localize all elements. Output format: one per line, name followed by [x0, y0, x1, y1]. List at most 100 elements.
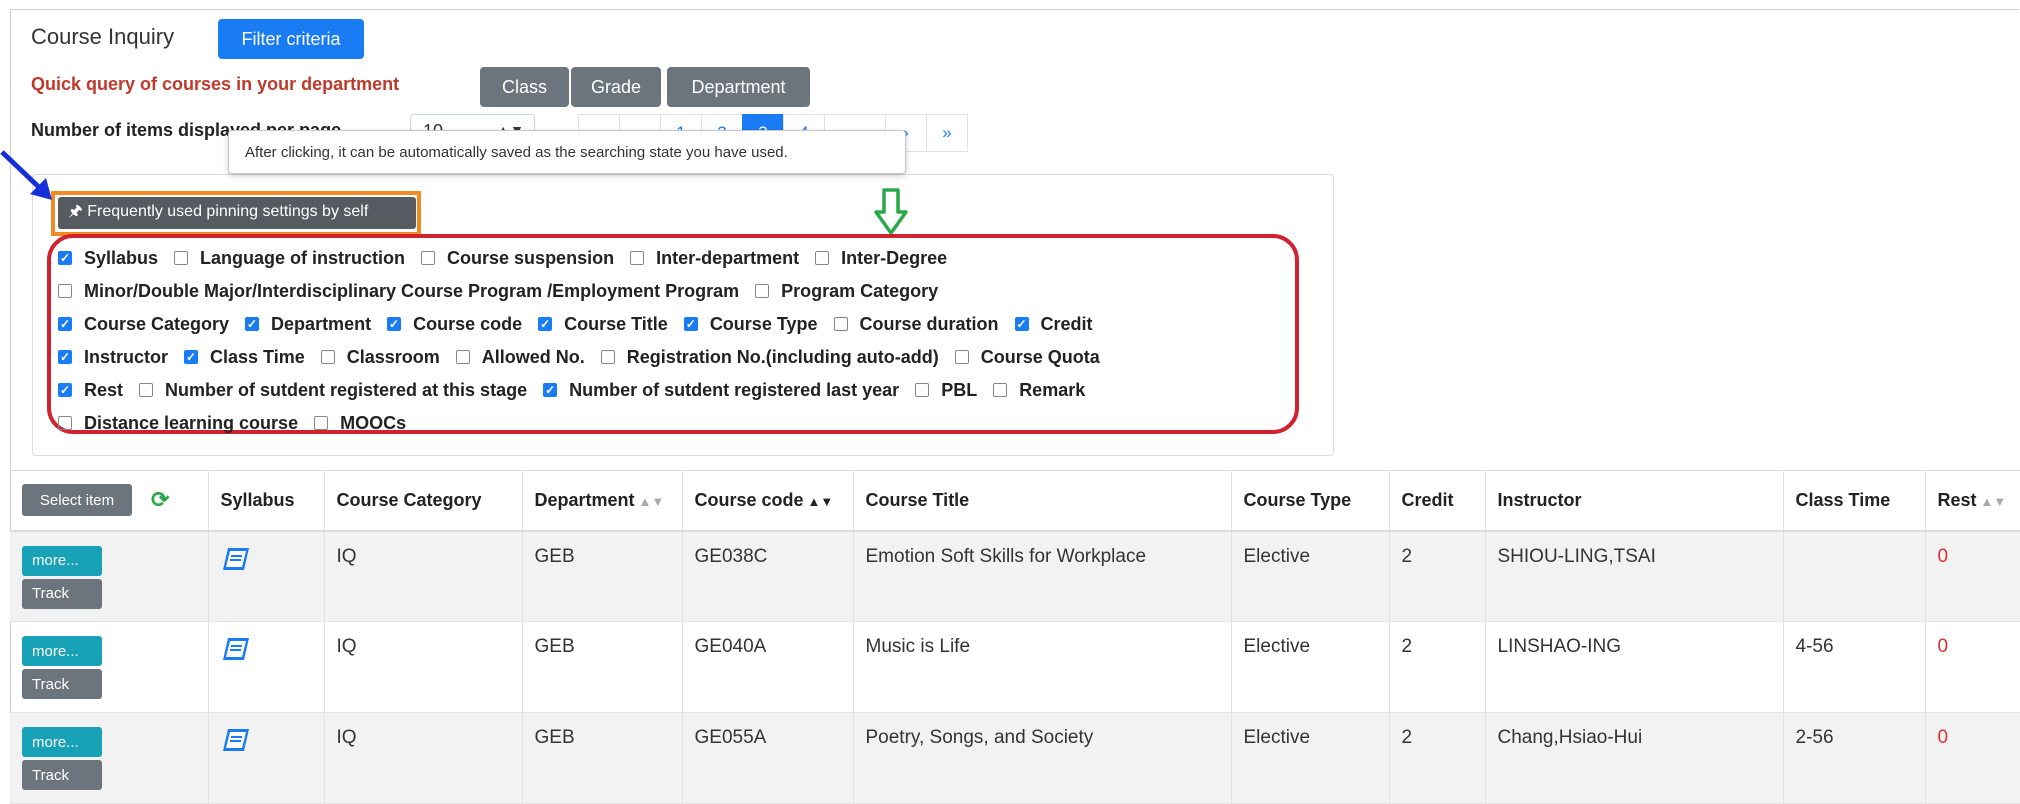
checkbox[interactable]	[630, 251, 645, 265]
quick-grade-button[interactable]: Grade	[571, 67, 661, 107]
quick-department-button[interactable]: Department	[667, 67, 810, 107]
checkbox[interactable]	[174, 251, 189, 265]
track-button[interactable]: Track	[22, 760, 102, 790]
checkbox[interactable]: ✓	[58, 317, 72, 331]
column-option-row: Distance learning course MOOCs	[58, 410, 422, 436]
column-option[interactable]: MOOCs	[314, 413, 406, 434]
more-button[interactable]: more...	[22, 545, 102, 576]
cell-actions: more... Track	[10, 621, 209, 713]
checkbox[interactable]: ✓	[58, 251, 72, 265]
column-option[interactable]: ✓ Course code	[387, 314, 522, 335]
cell-class-time	[1783, 530, 1926, 622]
column-option[interactable]: Program Category	[755, 281, 938, 302]
checkbox[interactable]	[600, 350, 615, 364]
cell-class-time: 4-56	[1783, 621, 1926, 713]
syllabus-book-icon[interactable]	[221, 636, 251, 662]
checkbox[interactable]	[455, 350, 470, 364]
checkbox[interactable]: ✓	[387, 317, 402, 331]
column-option[interactable]: Course duration	[833, 314, 999, 335]
column-option[interactable]: PBL	[915, 380, 977, 401]
column-option[interactable]: ✓ Department	[245, 314, 371, 335]
page-last-button[interactable]: »	[926, 114, 968, 152]
page-title: Course Inquiry	[31, 24, 175, 49]
header-class-time: Class Time	[1783, 470, 1926, 532]
checkbox[interactable]: ✓	[543, 383, 558, 397]
more-button[interactable]: more...	[22, 727, 102, 757]
track-button[interactable]: Track	[22, 669, 102, 699]
column-option[interactable]: Minor/Double Major/Interdisciplinary Cou…	[58, 281, 739, 302]
checkbox[interactable]	[58, 416, 72, 430]
checkbox[interactable]: ✓	[538, 317, 553, 331]
cell-course-code: GE055A	[682, 712, 854, 804]
table-row: more... Track IQ GEB GE040A Music is Life Elec…	[10, 621, 2020, 713]
column-option[interactable]: Number of sutdent registered at this sta…	[139, 380, 527, 401]
checkbox[interactable]	[139, 383, 154, 397]
checkbox-label: Course Quota	[980, 346, 1100, 367]
track-button[interactable]: Track	[22, 578, 102, 609]
column-option[interactable]: Inter-department	[630, 248, 799, 269]
checkbox[interactable]	[815, 251, 830, 265]
checkbox[interactable]	[320, 350, 335, 364]
syllabus-book-icon[interactable]	[221, 727, 251, 753]
sort-icon[interactable]: ▲▼	[639, 494, 665, 509]
checkbox[interactable]	[421, 251, 436, 265]
checkbox[interactable]	[915, 383, 930, 397]
column-option[interactable]: ✓ Rest	[58, 380, 123, 401]
sort-icon[interactable]: ▲▼	[808, 494, 834, 509]
header-department[interactable]: Department ▲▼	[522, 470, 683, 532]
column-option[interactable]: ✓ Class Time	[184, 347, 305, 368]
column-option[interactable]: Allowed No.	[455, 346, 585, 368]
checkbox[interactable]: ✓	[683, 317, 698, 331]
checkbox[interactable]	[833, 317, 848, 331]
checkbox[interactable]: ✓	[58, 383, 72, 397]
header-syllabus: Syllabus	[208, 470, 325, 532]
column-option[interactable]: Inter-Degree	[815, 248, 947, 269]
checkbox[interactable]	[993, 383, 1008, 397]
column-option[interactable]: ✓ Course Title	[538, 314, 668, 335]
column-option[interactable]: ✓ Instructor	[58, 347, 168, 368]
column-option-row: Minor/Double Major/Interdisciplinary Cou…	[58, 278, 954, 304]
header-course-type: Course Type	[1231, 470, 1390, 532]
syllabus-book-icon[interactable]	[221, 546, 251, 572]
sort-icon[interactable]: ▲▼	[1981, 494, 2007, 509]
select-item-button[interactable]: Select item	[22, 484, 132, 517]
column-option[interactable]: Remark	[993, 380, 1085, 401]
cell-course-title: Music is Life	[853, 621, 1232, 713]
column-option[interactable]: Registration No.(including auto-add)	[600, 347, 939, 368]
more-button[interactable]: more...	[22, 636, 102, 666]
column-option[interactable]: ✓ Number of sutdent registered last year	[543, 380, 899, 401]
column-option[interactable]: ✓ Syllabus	[58, 248, 158, 269]
column-option[interactable]: Distance learning course	[58, 413, 298, 434]
quick-class-button[interactable]: Class	[480, 67, 569, 107]
checkbox-label: Allowed No.	[481, 346, 585, 367]
checkbox-label: Class Time	[210, 346, 305, 367]
checkbox[interactable]	[954, 350, 969, 364]
checkbox[interactable]: ✓	[184, 350, 199, 364]
column-option[interactable]: Language of instruction	[174, 248, 405, 269]
cell-course-type: Elective	[1231, 530, 1390, 622]
column-option[interactable]: Classroom	[320, 347, 440, 368]
checkbox[interactable]	[58, 284, 72, 298]
column-option-row: ✓ Course Category ✓ Department ✓ Course code ✓…	[58, 311, 1109, 337]
cell-syllabus	[208, 530, 325, 622]
cell-course-category: IQ	[324, 530, 523, 622]
checkbox[interactable]: ✓	[58, 350, 72, 364]
column-option[interactable]: ✓ Course Type	[683, 314, 818, 335]
column-option[interactable]: ✓ Course Category	[58, 314, 229, 335]
pin-settings-button[interactable]: 🖈 Frequently used pinning settings by se…	[58, 197, 416, 229]
column-option[interactable]: Course Quota	[954, 346, 1100, 368]
column-option-row: ✓ Instructor ✓ Class Time Classroom Allowed N…	[58, 344, 1116, 370]
checkbox[interactable]	[314, 416, 329, 430]
column-option[interactable]: ✓ Credit	[1014, 314, 1093, 335]
column-option[interactable]: Course suspension	[421, 248, 614, 269]
checkbox-label: Number of sutdent registered last year	[569, 379, 900, 400]
header-course-code[interactable]: Course code ▲▼	[682, 470, 854, 532]
checkbox[interactable]: ✓	[245, 317, 260, 331]
filter-criteria-button[interactable]: Filter criteria	[218, 19, 364, 59]
cell-credit: 2	[1389, 712, 1486, 804]
refresh-icon[interactable]: ⟳	[151, 487, 169, 512]
checkbox[interactable]	[755, 284, 770, 298]
header-rest[interactable]: Rest ▲▼	[1925, 470, 2020, 532]
checkbox[interactable]: ✓	[1014, 317, 1029, 331]
checkbox-label: PBL	[941, 379, 978, 400]
